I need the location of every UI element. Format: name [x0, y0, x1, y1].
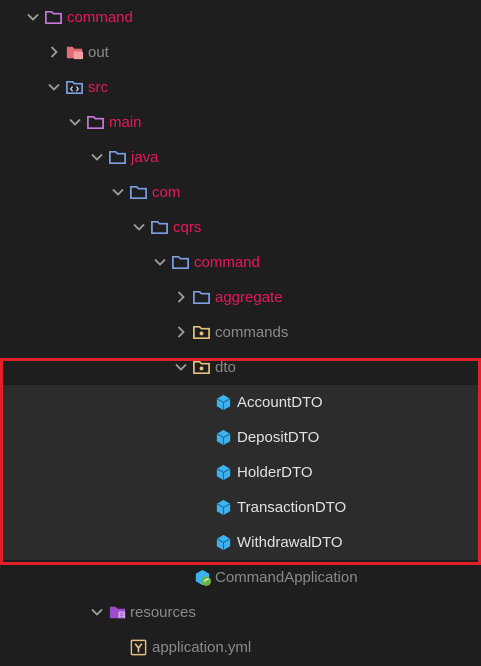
- tree-node-main[interactable]: main: [0, 105, 481, 140]
- tree-node-commands[interactable]: commands: [0, 315, 481, 350]
- tree-node-label: main: [109, 114, 142, 131]
- folder-open-icon: [109, 150, 126, 165]
- class-cube-icon: [216, 464, 231, 481]
- package-folder-icon: [193, 360, 210, 375]
- class-cube-icon: [216, 499, 231, 516]
- tree-node-java[interactable]: java: [0, 140, 481, 175]
- class-cube-icon: [216, 429, 231, 446]
- tree-node-command-application[interactable]: CommandApplication: [0, 560, 481, 595]
- chevron-down-icon[interactable]: [173, 359, 189, 375]
- tree-node-file[interactable]: AccountDTO: [0, 385, 481, 420]
- tree-node-label: application.yml: [152, 639, 252, 656]
- tree-node-command-package[interactable]: command: [0, 245, 481, 280]
- tree-node-cqrs[interactable]: cqrs: [0, 210, 481, 245]
- folder-open-icon: [87, 115, 104, 130]
- folder-open-icon: [172, 255, 189, 270]
- package-folder-icon: [193, 325, 210, 340]
- class-cube-icon: [216, 394, 231, 411]
- chevron-down-icon[interactable]: [89, 604, 105, 620]
- tree-node-label: aggregate: [215, 289, 283, 306]
- folder-open-icon: [151, 220, 168, 235]
- tree-node-file[interactable]: DepositDTO: [0, 420, 481, 455]
- tree-node-aggregate[interactable]: aggregate: [0, 280, 481, 315]
- tree-node-file[interactable]: TransactionDTO: [0, 490, 481, 525]
- tree-node-src[interactable]: src: [0, 70, 481, 105]
- chevron-right-icon[interactable]: [173, 324, 189, 340]
- tree-node-label: CommandApplication: [215, 569, 358, 586]
- chevron-down-icon[interactable]: [152, 254, 168, 270]
- tree-node-label: cqrs: [173, 219, 202, 236]
- chevron-down-icon[interactable]: [25, 9, 41, 25]
- tree-node-label: DepositDTO: [237, 429, 320, 446]
- tree-node-resources[interactable]: resources: [0, 595, 481, 630]
- chevron-down-icon[interactable]: [110, 184, 126, 200]
- folder-open-icon: [130, 185, 147, 200]
- tree-node-label: WithdrawalDTO: [237, 534, 343, 551]
- chevron-right-icon[interactable]: [173, 289, 189, 305]
- tree-node-file[interactable]: HolderDTO: [0, 455, 481, 490]
- tree-node-dto[interactable]: dto: [0, 350, 481, 385]
- tree-node-label: commands: [215, 324, 289, 341]
- tree-node-label: dto: [215, 359, 236, 376]
- tree-node-label: command: [67, 9, 133, 26]
- tree-node-label: AccountDTO: [237, 394, 323, 411]
- tree-node-label: src: [88, 79, 108, 96]
- tree-node-application-yml[interactable]: application.yml: [0, 630, 481, 665]
- tree-node-label: resources: [130, 604, 196, 621]
- chevron-down-icon[interactable]: [46, 79, 62, 95]
- chevron-down-icon[interactable]: [89, 149, 105, 165]
- tree-node-label: HolderDTO: [237, 464, 313, 481]
- class-cube-icon: [216, 534, 231, 551]
- chevron-down-icon[interactable]: [67, 114, 83, 130]
- yaml-file-icon: [130, 639, 147, 656]
- tree-node-label: TransactionDTO: [237, 499, 347, 516]
- tree-node-label: com: [152, 184, 181, 201]
- spring-app-icon: [195, 569, 212, 587]
- tree-node-label: out: [88, 44, 109, 61]
- tree-node-label: command: [194, 254, 260, 271]
- tree-node-label: java: [131, 149, 159, 166]
- chevron-down-icon[interactable]: [131, 219, 147, 235]
- folder-out-icon: [66, 46, 84, 60]
- folder-src-icon: [66, 80, 83, 95]
- folder-icon: [193, 290, 210, 305]
- resources-folder-icon: [109, 606, 126, 619]
- chevron-right-icon[interactable]: [46, 44, 62, 60]
- tree-node-file[interactable]: WithdrawalDTO: [0, 525, 481, 560]
- folder-open-icon: [45, 10, 62, 25]
- tree-node-root-command[interactable]: command: [0, 0, 481, 35]
- tree-node-com[interactable]: com: [0, 175, 481, 210]
- tree-node-out[interactable]: out: [0, 35, 481, 70]
